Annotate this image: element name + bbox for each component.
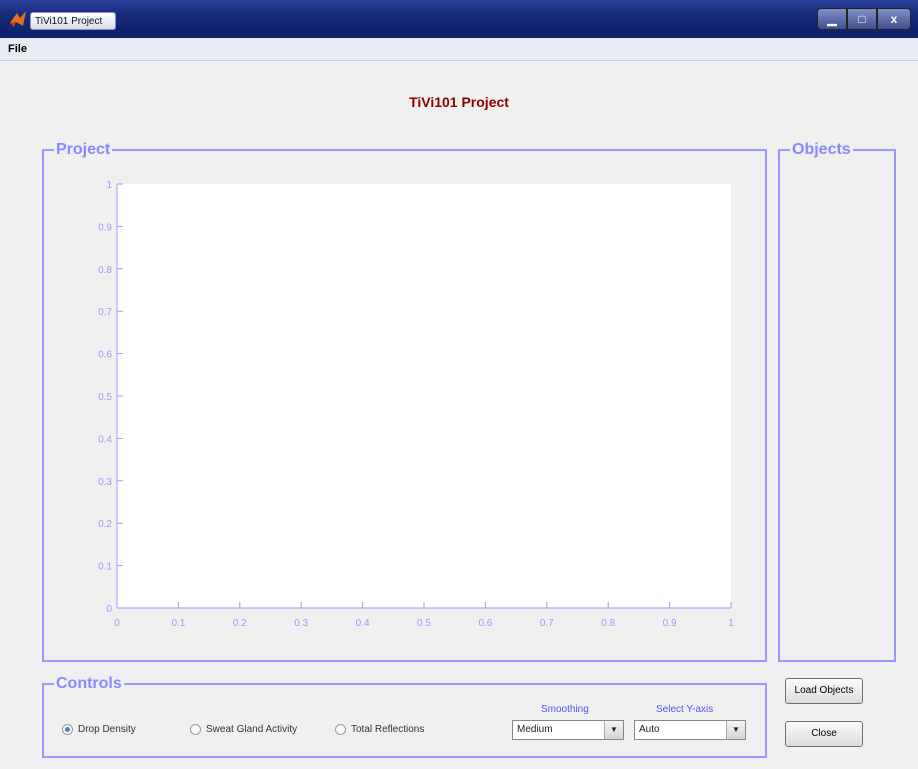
radio-sweat-gland-activity[interactable]: Sweat Gland Activity (190, 723, 330, 737)
smoothing-label: Smoothing (541, 704, 589, 715)
close-button[interactable]: Close (785, 721, 863, 747)
smoothing-select[interactable]: Medium ▼ (512, 720, 624, 740)
matlab-icon (10, 11, 26, 27)
close-window-button[interactable]: x (877, 8, 911, 30)
window-title: TiVi101 Project (30, 12, 116, 30)
objects-panel: Objects (778, 140, 896, 662)
minimize-button[interactable]: ▁ (817, 8, 847, 30)
project-panel-title: Project (54, 140, 113, 160)
radio-indicator (335, 724, 346, 735)
plot-area[interactable] (117, 184, 731, 608)
radio-label: Sweat Gland Activity (206, 724, 298, 735)
radio-indicator (190, 724, 201, 735)
radio-indicator-selected (62, 724, 73, 735)
select-y-axis-label: Select Y-axis (656, 704, 714, 715)
radio-total-reflections[interactable]: Total Reflections (335, 723, 455, 737)
y-axis-value: Auto (639, 724, 660, 735)
chevron-down-icon[interactable]: ▼ (726, 721, 745, 739)
title-bar: TiVi101 Project ▁ □ x (0, 0, 918, 38)
menu-bar: File (0, 38, 918, 61)
objects-panel-title: Objects (790, 140, 853, 160)
controls-panel-title: Controls (54, 674, 124, 694)
y-axis-select[interactable]: Auto ▼ (634, 720, 746, 740)
radio-label: Total Reflections (351, 724, 425, 735)
smoothing-value: Medium (517, 724, 553, 735)
load-objects-button[interactable]: Load Objects (785, 678, 863, 704)
radio-drop-density[interactable]: Drop Density (62, 723, 172, 737)
maximize-button[interactable]: □ (847, 8, 877, 30)
app-title: TiVi101 Project (409, 94, 509, 110)
menu-file[interactable]: File (8, 43, 27, 55)
chevron-down-icon[interactable]: ▼ (604, 721, 623, 739)
radio-label: Drop Density (78, 724, 136, 735)
